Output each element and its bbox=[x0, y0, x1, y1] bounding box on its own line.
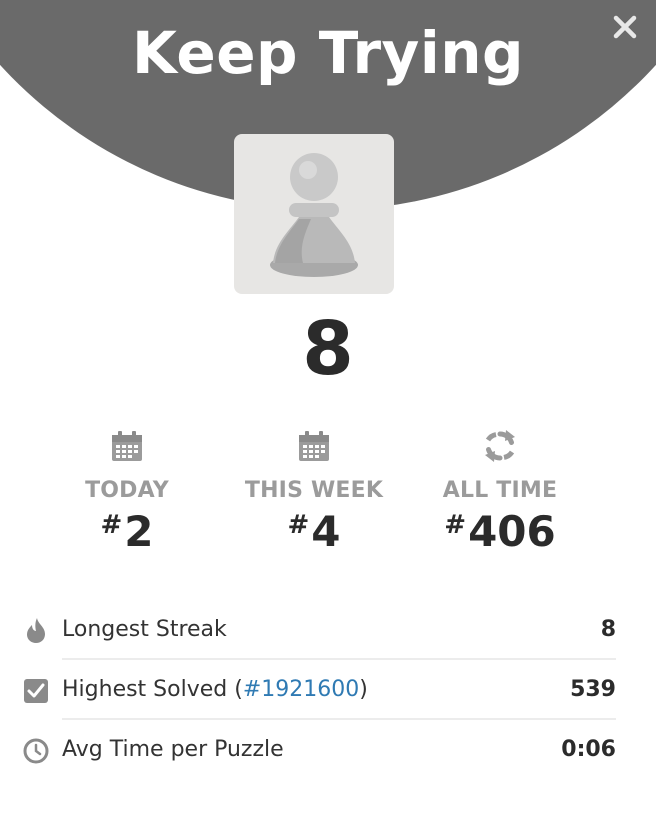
puzzle-link[interactable]: #1921600 bbox=[243, 677, 359, 702]
stat-longest-streak: Longest Streak 8 bbox=[22, 600, 616, 660]
stat-label: Longest Streak bbox=[62, 617, 227, 642]
rank-label: ALL TIME bbox=[442, 478, 558, 503]
stat-value: 8 bbox=[600, 617, 616, 642]
stat-highest-solved: Highest Solved (#1921600) 539 bbox=[22, 660, 616, 720]
close-icon bbox=[613, 15, 637, 39]
stat-label: Highest Solved (#1921600) bbox=[62, 677, 368, 702]
rank-this-week: THIS WEEK #4 bbox=[219, 426, 409, 555]
result-title: Keep Trying bbox=[131, 19, 525, 87]
stats-list: Longest Streak 8 Highest Solved (#192160… bbox=[22, 600, 616, 780]
calendar-icon bbox=[112, 431, 142, 461]
rank-label: THIS WEEK bbox=[244, 478, 384, 503]
rank-value: #2 bbox=[100, 507, 154, 556]
piece-tile bbox=[234, 134, 394, 294]
stat-avg-time: Avg Time per Puzzle 0:06 bbox=[22, 720, 616, 780]
flame-icon bbox=[27, 618, 45, 643]
score-value: 8 bbox=[302, 306, 354, 392]
refresh-icon bbox=[485, 430, 515, 462]
rank-today: TODAY #2 bbox=[32, 426, 222, 555]
stat-label: Avg Time per Puzzle bbox=[62, 737, 284, 762]
rank-label: TODAY bbox=[85, 478, 169, 503]
calendar-icon bbox=[299, 431, 329, 461]
rankings: TODAY #2 THIS WEEK #4 ALL TIME #406 bbox=[0, 426, 656, 576]
rank-value: #406 bbox=[444, 507, 556, 556]
clock-icon bbox=[23, 738, 49, 764]
checkbox-icon bbox=[24, 679, 48, 703]
close-button[interactable] bbox=[606, 8, 644, 46]
rank-value: #4 bbox=[287, 507, 341, 556]
rank-all-time: ALL TIME #406 bbox=[405, 426, 595, 555]
stat-value: 539 bbox=[570, 677, 616, 702]
results-modal: Keep Trying 8 TODAY #2 THIS WEEK #4 ALL … bbox=[0, 0, 656, 826]
pawn-icon bbox=[270, 153, 358, 277]
stat-value: 0:06 bbox=[561, 737, 616, 762]
